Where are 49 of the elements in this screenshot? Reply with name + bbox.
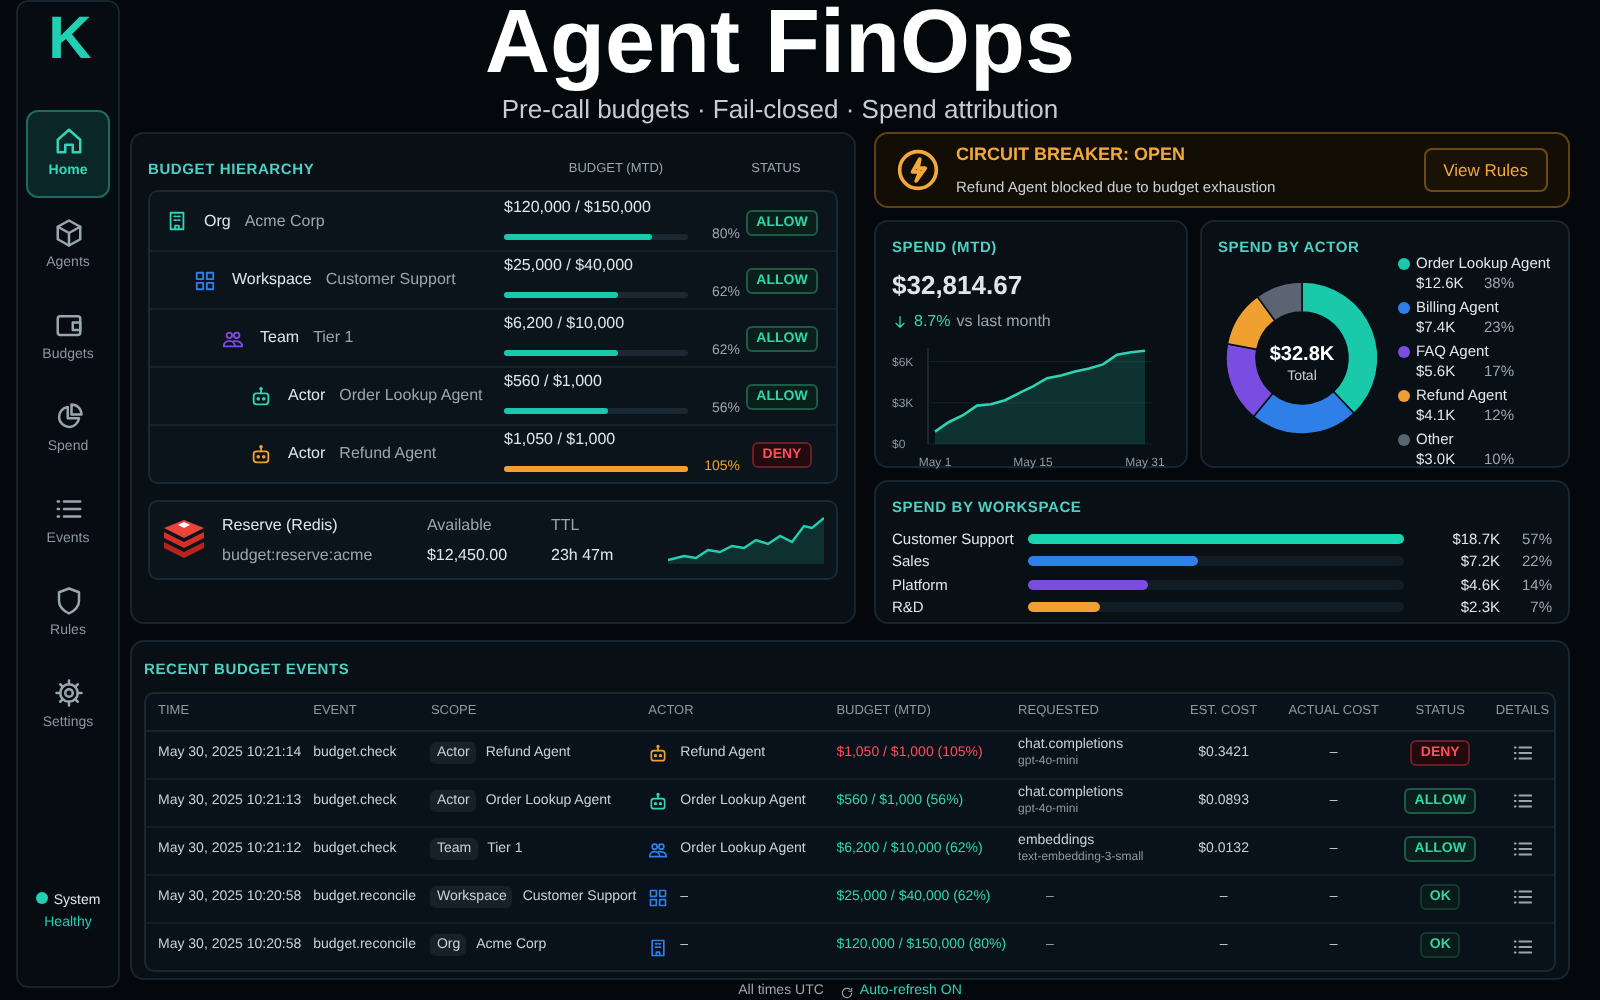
grid-icon — [194, 269, 216, 291]
home-icon — [53, 125, 83, 156]
details-icon[interactable] — [1511, 790, 1534, 813]
budget-amount: $6,200 / $10,000 — [504, 312, 627, 337]
ttl-label: TTL — [551, 513, 582, 537]
node-name: Customer Support — [325, 268, 456, 292]
node-type: Workspace — [232, 268, 312, 292]
budget-amount: $1,050 / $1,000 — [504, 428, 618, 453]
cube-icon — [53, 217, 83, 248]
building-icon — [166, 210, 188, 232]
robot-icon — [250, 443, 272, 465]
robot-icon — [250, 385, 272, 407]
node-type: Team — [260, 326, 300, 350]
node-name: Order Lookup Agent — [339, 384, 483, 408]
details-icon[interactable] — [1511, 886, 1534, 909]
lightning-icon — [896, 148, 940, 192]
details-icon[interactable] — [1511, 742, 1534, 765]
details-icon[interactable] — [1511, 838, 1534, 861]
database-icon — [162, 520, 206, 560]
donut-total: $32.8K — [1269, 344, 1335, 367]
logo: K — [48, 6, 88, 74]
change-label: vs last month — [956, 309, 1051, 334]
available-label: Available — [426, 513, 494, 537]
people-icon — [222, 327, 244, 349]
node-name: Acme Corp — [244, 209, 325, 233]
alert-title: CIRCUIT BREAKER: OPEN — [956, 142, 1188, 169]
node-type: Actor — [288, 442, 326, 466]
node-type: Actor — [288, 384, 326, 408]
spend-amount: $32,814.67 — [892, 268, 1025, 305]
details-icon[interactable] — [1511, 935, 1534, 958]
reserve-title: Reserve (Redis) — [222, 513, 340, 537]
wallet-icon — [53, 309, 83, 340]
change-percent: 8.7% — [914, 309, 951, 334]
pie-chart-icon — [53, 401, 83, 432]
budget-amount: $25,000 / $40,000 — [504, 254, 636, 279]
ttl-value: 23h 47m — [551, 543, 614, 567]
view-rules-button[interactable]: View Rules — [1423, 147, 1548, 193]
budget-amount: $560 / $1,000 — [504, 370, 604, 395]
node-type: Org — [204, 209, 231, 233]
arrow-down-icon — [892, 313, 908, 330]
settings-icon — [53, 677, 83, 708]
page-subtitle: Pre-call budgets · Fail-closed · Spend attribution — [499, 92, 1061, 128]
node-name: Tier 1 — [313, 326, 354, 350]
reserve-key: budget:reserve:acme — [222, 543, 373, 567]
available-amount: $12,450.00 — [426, 543, 508, 567]
shield-icon — [53, 585, 83, 616]
node-name: Refund Agent — [339, 442, 437, 466]
budget-amount: $120,000 / $150,000 — [504, 195, 653, 220]
refresh-icon — [839, 985, 854, 999]
